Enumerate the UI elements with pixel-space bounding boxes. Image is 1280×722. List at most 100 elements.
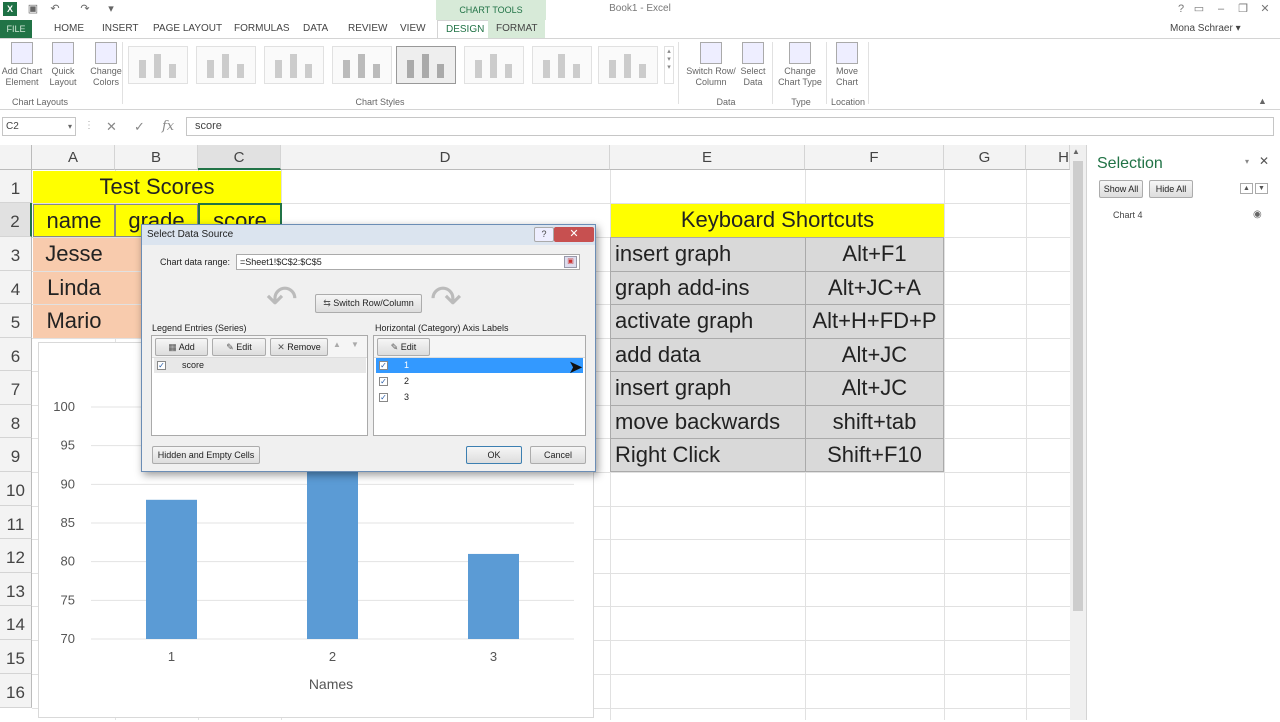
tab-format[interactable]: FORMAT xyxy=(488,20,546,38)
collapse-dialog-icon[interactable]: ▣ xyxy=(564,256,577,268)
row-header-5[interactable]: 5 xyxy=(0,304,32,338)
hide-all-button[interactable]: Hide All xyxy=(1149,180,1193,198)
help-icon[interactable]: ? xyxy=(1172,2,1190,16)
tab-data[interactable]: DATA xyxy=(295,20,336,38)
row-header-10[interactable]: 10 xyxy=(0,472,32,506)
axis-label-checkbox[interactable]: ✓ xyxy=(379,393,388,402)
chart-range-input[interactable]: =Sheet1!$C$2:$C$5 xyxy=(236,254,580,270)
change-colors-button[interactable]: Change Colors xyxy=(88,42,124,88)
quick-layout-button[interactable]: Quick Layout xyxy=(44,42,82,88)
add-series-button[interactable]: ▦ Add xyxy=(155,338,208,356)
close-window-icon[interactable]: ✕ xyxy=(1256,2,1274,16)
shortcut-keys-cell[interactable]: Shift+F10 xyxy=(805,438,944,472)
axis-label-checkbox[interactable]: ✓ xyxy=(379,361,388,370)
tab-review[interactable]: REVIEW xyxy=(340,20,395,38)
chart-style-2[interactable] xyxy=(196,46,256,84)
user-name[interactable]: Mona Schraer ▾ xyxy=(1170,20,1241,38)
shortcut-action-cell[interactable]: Right Click xyxy=(610,438,806,472)
row-header-1[interactable]: 1 xyxy=(0,170,32,203)
show-all-button[interactable]: Show All xyxy=(1099,180,1143,198)
minimize-icon[interactable]: – xyxy=(1212,2,1230,16)
chart-style-6[interactable] xyxy=(464,46,524,84)
send-backward-icon[interactable]: ▼ xyxy=(1255,183,1268,194)
tab-home[interactable]: HOME xyxy=(46,20,92,38)
chart-style-8[interactable] xyxy=(598,46,658,84)
shortcut-action-cell[interactable]: move backwards xyxy=(610,405,806,439)
header-cell-name[interactable]: name xyxy=(33,204,115,237)
tab-design[interactable]: DESIGN xyxy=(437,20,494,38)
chart-bar[interactable] xyxy=(307,468,358,639)
column-header-a[interactable]: A xyxy=(32,145,115,170)
formula-input[interactable]: score xyxy=(186,117,1274,136)
axis-label-item[interactable]: ✓ 2 xyxy=(376,374,583,389)
insert-function-icon[interactable]: fx xyxy=(162,117,174,136)
add-chart-element-button[interactable]: Add Chart Element xyxy=(0,42,44,88)
shortcut-action-cell[interactable]: insert graph xyxy=(610,371,806,406)
column-header-b[interactable]: B xyxy=(115,145,198,170)
shortcut-action-cell[interactable]: activate graph xyxy=(610,304,806,339)
chart-style-5[interactable] xyxy=(396,46,456,84)
tab-file[interactable]: FILE xyxy=(0,20,32,38)
column-header-h[interactable]: H xyxy=(1026,145,1070,170)
tab-page-layout[interactable]: PAGE LAYOUT xyxy=(145,20,230,38)
switch-row-column-dialog-button[interactable]: ⇆ Switch Row/Column xyxy=(315,294,422,313)
move-chart-button[interactable]: Move Chart xyxy=(830,42,864,88)
edit-series-button[interactable]: ✎ Edit xyxy=(212,338,266,356)
row-header-9[interactable]: 9 xyxy=(0,438,32,472)
scroll-thumb[interactable] xyxy=(1073,161,1083,611)
row-header-4[interactable]: 4 xyxy=(0,271,32,304)
series-item[interactable]: ✓ score xyxy=(154,358,366,373)
styles-scroll[interactable]: ▴ ▾ ▾ xyxy=(664,46,674,84)
enter-entry-icon[interactable]: ✓ xyxy=(134,117,145,136)
name-cell[interactable]: Linda xyxy=(33,272,115,304)
chart-bar[interactable] xyxy=(468,553,519,639)
chart-bar[interactable] xyxy=(146,499,197,639)
row-header-12[interactable]: 12 xyxy=(0,539,32,573)
shortcut-action-cell[interactable]: insert graph xyxy=(610,237,806,272)
move-down-icon[interactable]: ▼ xyxy=(351,340,359,349)
chart-style-1[interactable] xyxy=(128,46,188,84)
move-up-icon[interactable]: ▲ xyxy=(333,340,341,349)
name-cell[interactable]: Jesse xyxy=(33,238,115,271)
tab-formulas[interactable]: FORMULAS xyxy=(226,20,298,38)
chart-style-3[interactable] xyxy=(264,46,324,84)
collapse-ribbon-icon[interactable]: ▲ xyxy=(1258,96,1267,106)
row-header-13[interactable]: 13 xyxy=(0,573,32,606)
chart-style-7[interactable] xyxy=(532,46,592,84)
shortcut-keys-cell[interactable]: Alt+H+FD+P xyxy=(805,304,944,339)
axis-label-checkbox[interactable]: ✓ xyxy=(379,377,388,386)
row-header-6[interactable]: 6 xyxy=(0,338,32,371)
dialog-help-icon[interactable]: ? xyxy=(534,227,554,242)
selection-item-chart[interactable]: Chart 4 xyxy=(1113,210,1143,220)
axis-label-item[interactable]: ✓ 1 xyxy=(376,358,583,373)
visibility-eye-icon[interactable]: ◉ xyxy=(1253,209,1262,220)
remove-series-button[interactable]: ✕ Remove xyxy=(270,338,328,356)
ribbon-display-icon[interactable]: ▭ xyxy=(1190,2,1208,16)
chart-style-4[interactable] xyxy=(332,46,392,84)
bring-forward-icon[interactable]: ▲ xyxy=(1240,183,1253,194)
vertical-scrollbar[interactable]: ▲ xyxy=(1070,145,1086,720)
name-box-dropdown-icon[interactable]: ▾ xyxy=(68,118,72,135)
change-chart-type-button[interactable]: Change Chart Type xyxy=(774,42,826,88)
name-box[interactable]: C2 ▾ xyxy=(2,117,76,136)
edit-axis-labels-button[interactable]: ✎ Edit xyxy=(377,338,430,356)
shortcut-keys-cell[interactable]: Alt+JC xyxy=(805,338,944,372)
restore-icon[interactable]: ❐ xyxy=(1234,2,1252,16)
pane-close-icon[interactable]: ✕ xyxy=(1259,154,1269,168)
shortcut-keys-cell[interactable]: shift+tab xyxy=(805,405,944,439)
shortcut-keys-cell[interactable]: Alt+F1 xyxy=(805,237,944,272)
switch-row-column-button[interactable]: Switch Row/ Column xyxy=(682,42,740,88)
column-header-f[interactable]: F xyxy=(805,145,944,170)
column-header-e[interactable]: E xyxy=(610,145,805,170)
row-header-14[interactable]: 14 xyxy=(0,606,32,640)
hidden-empty-cells-button[interactable]: Hidden and Empty Cells xyxy=(152,446,260,464)
axis-label-item[interactable]: ✓ 3 xyxy=(376,390,583,405)
row-header-16[interactable]: 16 xyxy=(0,674,32,708)
column-header-g[interactable]: G xyxy=(944,145,1026,170)
ok-button[interactable]: OK xyxy=(466,446,522,464)
row-header-11[interactable]: 11 xyxy=(0,506,32,539)
row-header-3[interactable]: 3 xyxy=(0,237,32,271)
sheet-title-cell[interactable]: Test Scores xyxy=(33,171,281,203)
dialog-close-icon[interactable]: ✕ xyxy=(554,227,594,242)
cancel-entry-icon[interactable]: ✕ xyxy=(106,117,117,136)
